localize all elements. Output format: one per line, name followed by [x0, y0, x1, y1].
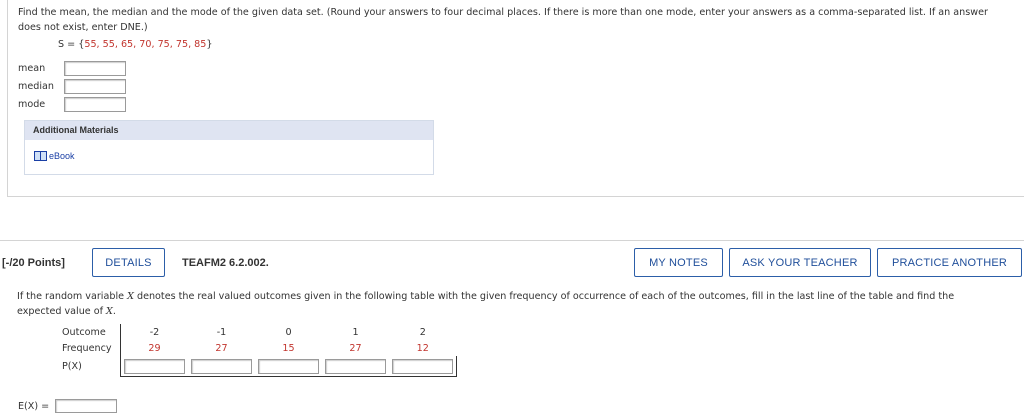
question-code: TEAFM2 6.2.002.: [182, 257, 269, 269]
probability-cell: [322, 356, 389, 377]
practice-another-button[interactable]: PRACTICE ANOTHER: [877, 248, 1022, 277]
prompt-part-b: denotes the real valued outcomes given i…: [17, 291, 955, 317]
question-1-prompt: Find the mean, the median and the mode o…: [18, 7, 988, 33]
probability-cell: [120, 356, 188, 377]
probability-cell: [188, 356, 255, 377]
probability-input[interactable]: [191, 358, 252, 374]
prompt-end: .: [112, 306, 116, 317]
frequency-label: Frequency: [58, 340, 121, 356]
points-label: [-/20 Points]: [2, 257, 65, 269]
probability-input[interactable]: [392, 358, 453, 374]
ebook-link[interactable]: eBook: [34, 151, 75, 161]
probability-input[interactable]: [325, 358, 386, 374]
data-set: S = {55, 55, 65, 70, 75, 75, 85}: [58, 39, 213, 50]
probability-row: P(X): [58, 356, 457, 377]
probability-label: P(X): [58, 356, 121, 377]
variable-x: X: [127, 291, 134, 302]
my-notes-button[interactable]: MY NOTES: [634, 248, 723, 277]
variable-x-end: X: [106, 306, 113, 317]
ebook-label[interactable]: eBook: [49, 151, 75, 161]
median-label: median: [18, 81, 54, 92]
additional-materials-heading: Additional Materials: [25, 121, 433, 140]
expected-value-input[interactable]: [55, 399, 117, 413]
outcome-cell: 0: [285, 326, 292, 338]
frequency-cell: 29: [148, 342, 161, 354]
probability-input[interactable]: [124, 358, 185, 374]
expected-value-label: E(X) =: [18, 401, 50, 412]
question-2-prompt: If the random variable X denotes the rea…: [17, 289, 997, 319]
outcome-row: Outcome -2 -1 0 1 2: [58, 324, 457, 340]
frequency-table: Outcome -2 -1 0 1 2 Frequency 29 27 15 2…: [58, 324, 457, 377]
ask-your-teacher-button[interactable]: ASK YOUR TEACHER: [729, 248, 871, 277]
frequency-row: Frequency 29 27 15 27 12: [58, 340, 457, 356]
data-set-suffix: }: [206, 39, 213, 50]
outcome-cell: -1: [216, 326, 227, 338]
mean-input[interactable]: [64, 61, 126, 76]
outcome-label: Outcome: [58, 324, 121, 340]
mean-label: mean: [18, 63, 46, 74]
frequency-cell: 27: [215, 342, 228, 354]
frequency-cell: 12: [416, 342, 429, 354]
data-set-prefix: S = {: [58, 39, 85, 50]
probability-input[interactable]: [258, 358, 319, 374]
outcome-cell: 1: [352, 326, 359, 338]
mode-input[interactable]: [64, 97, 126, 112]
median-input[interactable]: [64, 79, 126, 94]
data-set-values: 55, 55, 65, 70, 75, 75, 85: [84, 39, 207, 50]
details-button[interactable]: DETAILS: [92, 248, 165, 277]
frequency-cell: 15: [282, 342, 295, 354]
probability-cell: [389, 356, 457, 377]
frequency-cell: 27: [349, 342, 362, 354]
prompt-part-a: If the random variable: [17, 291, 125, 302]
probability-cell: [255, 356, 322, 377]
question-1-panel: Find the mean, the median and the mode o…: [7, 0, 1024, 197]
outcome-cell: -2: [149, 326, 160, 338]
book-icon: [34, 151, 47, 161]
additional-materials: Additional Materials eBook: [24, 120, 434, 175]
mode-label: mode: [18, 99, 46, 110]
outcome-cell: 2: [419, 326, 426, 338]
